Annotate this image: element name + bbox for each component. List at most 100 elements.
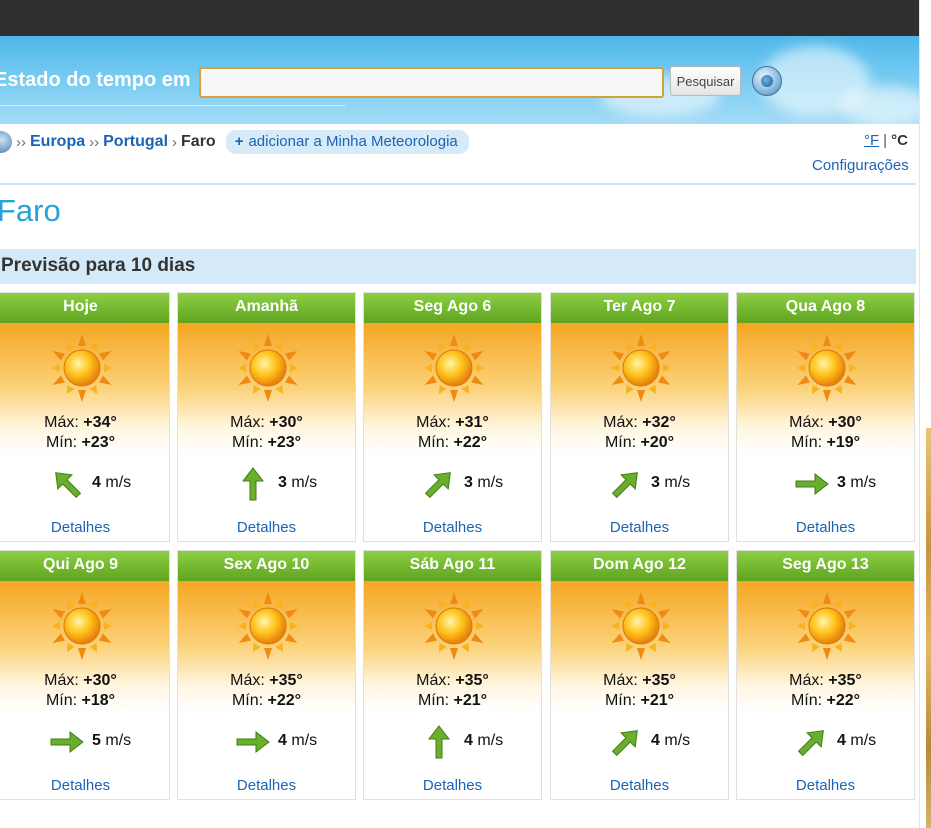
details-link[interactable]: Detalhes — [0, 777, 169, 794]
browser-top-bar — [0, 0, 919, 36]
temperature-range: Máx: +35° Mín: +21° — [551, 671, 728, 711]
page-title: Faro — [0, 193, 61, 228]
search-input[interactable] — [199, 67, 664, 98]
wind-arrow-icon — [236, 467, 270, 501]
max-value: +35° — [642, 672, 676, 689]
details-link[interactable]: Detalhes — [364, 519, 541, 536]
wind-unit: m/s — [291, 732, 318, 749]
forecast-day-card: Sex Ago 10 Máx: +35° Mín: +22° 4 m/s Det… — [177, 550, 356, 800]
day-card-body: Máx: +30° Mín: +23° 3 m/s Detalhes — [178, 323, 355, 541]
temperature-range: Máx: +30° Mín: +18° — [0, 671, 169, 711]
details-link[interactable]: Detalhes — [178, 777, 355, 794]
sun-icon — [792, 333, 862, 403]
details-link[interactable]: Detalhes — [364, 777, 541, 794]
temperature-range: Máx: +35° Mín: +22° — [178, 671, 355, 711]
breadcrumb-europe[interactable]: Europa — [30, 133, 85, 151]
day-name: Sáb Ago 11 — [364, 551, 541, 581]
breadcrumb-separator-icon: › — [172, 133, 178, 151]
day-card-body: Máx: +34° Mín: +23° 4 m/s Detalhes — [0, 323, 169, 541]
forecast-day-card: Hoje Máx: +34° Mín: +23° 4 m/s Detalhes — [0, 292, 170, 542]
day-card-body: Máx: +35° Mín: +22° 4 m/s Detalhes — [737, 581, 914, 799]
max-temp: Máx: +35° — [364, 671, 541, 691]
wind-info: 4 m/s — [0, 467, 169, 501]
details-link[interactable]: Detalhes — [737, 519, 914, 536]
wind-arrow-icon — [609, 725, 643, 759]
min-label: Mín: — [45, 434, 78, 451]
max-temp: Máx: +34° — [0, 413, 169, 433]
min-temp: Mín: +22° — [178, 691, 355, 711]
temperature-range: Máx: +35° Mín: +22° — [737, 671, 914, 711]
min-temp: Mín: +22° — [364, 433, 541, 453]
min-temp: Mín: +19° — [737, 433, 914, 453]
celsius-label: °C — [891, 132, 908, 149]
wind-value: 5 — [92, 732, 101, 749]
wind-unit: m/s — [664, 732, 691, 749]
wind-unit: m/s — [664, 474, 691, 491]
max-temp: Máx: +35° — [178, 671, 355, 691]
max-temp: Máx: +31° — [364, 413, 541, 433]
min-temp: Mín: +18° — [0, 691, 169, 711]
wind-value: 3 — [464, 474, 473, 491]
unit-switcher: °F | °C — [864, 132, 908, 149]
wind-speed: 4 m/s — [837, 732, 876, 750]
wind-arrow-icon — [50, 725, 84, 759]
min-temp: Mín: +22° — [737, 691, 914, 711]
max-label: Máx: — [416, 414, 451, 431]
day-name: Hoje — [0, 293, 169, 323]
details-link[interactable]: Detalhes — [551, 519, 728, 536]
max-label: Máx: — [603, 414, 638, 431]
min-temp: Mín: +21° — [364, 691, 541, 711]
wind-speed: 3 m/s — [464, 474, 503, 492]
wind-value: 3 — [837, 474, 846, 491]
max-value: +30° — [83, 672, 117, 689]
max-value: +31° — [455, 414, 489, 431]
sun-icon — [606, 333, 676, 403]
search-button[interactable]: Pesquisar — [670, 66, 741, 96]
details-link[interactable]: Detalhes — [178, 519, 355, 536]
search-label: Estado do tempo em — [0, 69, 191, 91]
day-card-body: Máx: +35° Mín: +21° 4 m/s Detalhes — [551, 581, 728, 799]
forecast-day-card: Qua Ago 8 Máx: +30° Mín: +19° 3 m/s Deta… — [736, 292, 915, 542]
max-value: +32° — [642, 414, 676, 431]
max-value: +34° — [83, 414, 117, 431]
min-label: Mín: — [231, 434, 264, 451]
details-link[interactable]: Detalhes — [0, 519, 169, 536]
wind-info: 3 m/s — [364, 467, 541, 501]
wind-speed: 4 m/s — [464, 732, 503, 750]
wind-arrow-icon — [236, 725, 270, 759]
wind-arrow-icon — [50, 467, 84, 501]
wind-value: 4 — [837, 732, 846, 749]
day-name: Qua Ago 8 — [737, 293, 914, 323]
max-value: +35° — [828, 672, 862, 689]
wind-info: 3 m/s — [178, 467, 355, 501]
fahrenheit-link[interactable]: °F — [864, 132, 879, 149]
breadcrumb-portugal[interactable]: Portugal — [103, 133, 168, 151]
day-card-body: Máx: +32° Mín: +20° 3 m/s Detalhes — [551, 323, 728, 541]
breadcrumb-separator-icon: ›› — [89, 133, 100, 151]
wind-speed: 4 m/s — [278, 732, 317, 750]
max-temp: Máx: +30° — [737, 413, 914, 433]
temperature-range: Máx: +30° Mín: +19° — [737, 413, 914, 453]
wind-value: 4 — [278, 732, 287, 749]
max-label: Máx: — [230, 414, 265, 431]
sun-icon — [419, 333, 489, 403]
wind-speed: 5 m/s — [92, 732, 131, 750]
plus-icon: + — [234, 133, 244, 150]
sun-icon — [606, 591, 676, 661]
world-icon[interactable] — [0, 131, 12, 153]
max-temp: Máx: +35° — [551, 671, 728, 691]
add-to-my-weather-button[interactable]: + adicionar a Minha Meteorologia — [225, 130, 469, 154]
forecast-heading: Previsão para 10 dias — [0, 249, 916, 284]
forecast-day-card: Sáb Ago 11 Máx: +35° Mín: +21° 4 m/s Det… — [363, 550, 542, 800]
settings-link[interactable]: Configurações — [812, 157, 909, 174]
sun-icon — [419, 591, 489, 661]
details-link[interactable]: Detalhes — [551, 777, 728, 794]
temperature-range: Máx: +32° Mín: +20° — [551, 413, 728, 453]
day-name: Seg Ago 13 — [737, 551, 914, 581]
details-link[interactable]: Detalhes — [737, 777, 914, 794]
max-value: +35° — [269, 672, 303, 689]
day-name: Ter Ago 7 — [551, 293, 728, 323]
temperature-range: Máx: +34° Mín: +23° — [0, 413, 169, 453]
breadcrumb-separator-icon: ›› — [16, 133, 26, 151]
globe-icon[interactable] — [752, 66, 782, 96]
